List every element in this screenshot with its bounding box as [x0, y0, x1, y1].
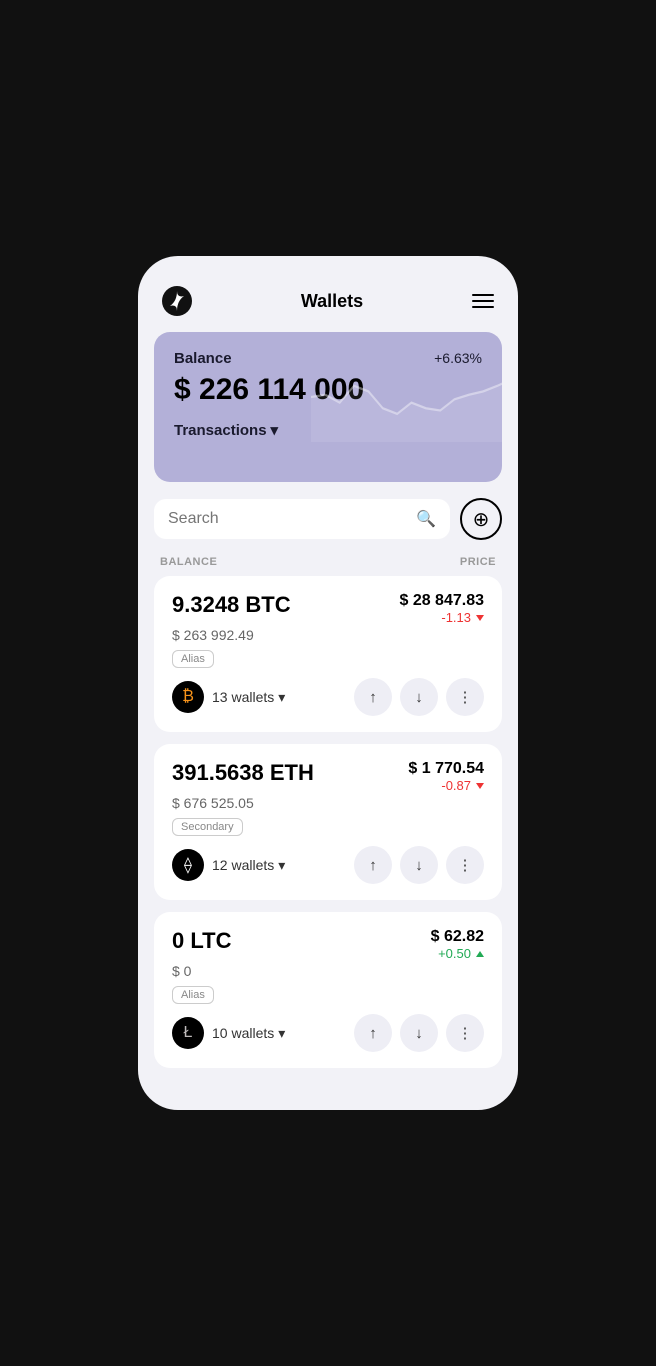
header: Wallets — [154, 276, 502, 332]
search-box: 🔍 — [154, 499, 450, 539]
eth-amount: 391.5638 ETH — [172, 760, 314, 786]
asset-card-ltc: 0 LTC $ 62.82 +0.50 $ 0 Alias Ł 10 walle… — [154, 912, 502, 1068]
down-arrow-icon — [476, 783, 484, 789]
add-wallet-button[interactable]: ⊕ — [460, 498, 502, 540]
balance-card: Balance +6.63% $ 226 114 000 Transaction… — [154, 332, 502, 482]
btc-footer: ₿ 13 wallets ▾ ↑ ↓ ⋮ — [172, 678, 484, 716]
btc-actions: ↑ ↓ ⋮ — [354, 678, 484, 716]
eth-wallet-count: 12 wallets ▾ — [212, 857, 285, 874]
btc-wallets[interactable]: ₿ 13 wallets ▾ — [172, 681, 285, 713]
eth-change: -0.87 — [441, 778, 484, 793]
search-row: 🔍 ⊕ — [154, 498, 502, 540]
ltc-wallet-count: 10 wallets ▾ — [212, 1025, 285, 1042]
btc-price: $ 28 847.83 — [399, 592, 484, 610]
column-headers: BALANCE PRICE — [154, 556, 502, 576]
eth-more-button[interactable]: ⋮ — [446, 846, 484, 884]
eth-receive-button[interactable]: ↓ — [400, 846, 438, 884]
balance-label: Balance — [174, 350, 232, 367]
chevron-down-icon: ▾ — [278, 1025, 285, 1042]
ltc-amount: 0 LTC — [172, 928, 231, 954]
down-arrow-icon — [476, 615, 484, 621]
up-arrow-icon — [476, 951, 484, 957]
hamburger-icon[interactable] — [472, 294, 494, 308]
ltc-change: +0.50 — [438, 946, 484, 961]
btc-tag: Alias — [172, 650, 214, 668]
ltc-price: $ 62.82 — [431, 928, 484, 946]
phone-container: Wallets Balance +6.63% $ 226 114 000 Tra… — [138, 256, 518, 1110]
ltc-receive-button[interactable]: ↓ — [400, 1014, 438, 1052]
eth-actions: ↑ ↓ ⋮ — [354, 846, 484, 884]
eth-tag: Secondary — [172, 818, 243, 836]
asset-card-btc: 9.3248 BTC $ 28 847.83 -1.13 $ 263 992.4… — [154, 576, 502, 732]
asset-card-eth: 391.5638 ETH $ 1 770.54 -0.87 $ 676 525.… — [154, 744, 502, 900]
btc-change: -1.13 — [441, 610, 484, 625]
logo-icon — [162, 286, 192, 316]
price-col-label: PRICE — [460, 556, 496, 568]
ltc-actions: ↑ ↓ ⋮ — [354, 1014, 484, 1052]
ltc-wallets[interactable]: Ł 10 wallets ▾ — [172, 1017, 285, 1049]
eth-usd-value: $ 676 525.05 — [172, 795, 484, 811]
ltc-icon: Ł — [172, 1017, 204, 1049]
btc-wallet-count: 13 wallets ▾ — [212, 689, 285, 706]
search-input[interactable] — [168, 510, 408, 528]
chevron-down-icon: ▾ — [278, 857, 285, 874]
chevron-down-icon: ▾ — [271, 421, 279, 439]
eth-footer: ⟠ 12 wallets ▾ ↑ ↓ ⋮ — [172, 846, 484, 884]
eth-icon: ⟠ — [172, 849, 204, 881]
chevron-down-icon: ▾ — [278, 689, 285, 706]
btc-receive-button[interactable]: ↓ — [400, 678, 438, 716]
eth-wallets[interactable]: ⟠ 12 wallets ▾ — [172, 849, 285, 881]
btc-amount: 9.3248 BTC — [172, 592, 291, 618]
plus-icon: ⊕ — [473, 507, 490, 532]
page-title: Wallets — [301, 291, 363, 312]
btc-send-button[interactable]: ↑ — [354, 678, 392, 716]
ltc-send-button[interactable]: ↑ — [354, 1014, 392, 1052]
eth-send-button[interactable]: ↑ — [354, 846, 392, 884]
eth-price: $ 1 770.54 — [408, 760, 484, 778]
ltc-tag: Alias — [172, 986, 214, 1004]
ltc-usd-value: $ 0 — [172, 963, 484, 979]
btc-more-button[interactable]: ⋮ — [446, 678, 484, 716]
ltc-more-button[interactable]: ⋮ — [446, 1014, 484, 1052]
btc-icon: ₿ — [172, 681, 204, 713]
balance-chart — [311, 352, 502, 442]
search-icon: 🔍 — [416, 509, 436, 529]
balance-col-label: BALANCE — [160, 556, 217, 568]
btc-usd-value: $ 263 992.49 — [172, 627, 484, 643]
ltc-footer: Ł 10 wallets ▾ ↑ ↓ ⋮ — [172, 1014, 484, 1052]
